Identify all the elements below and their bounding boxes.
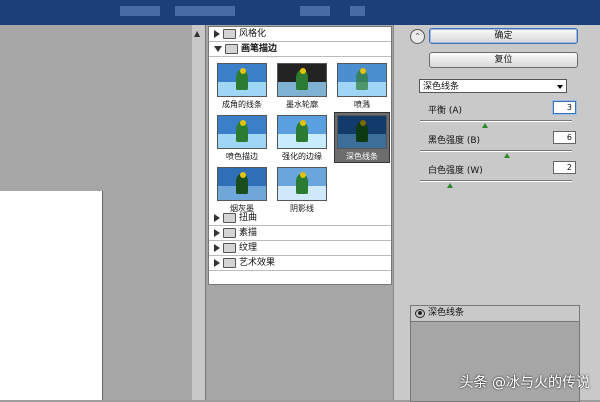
expand-triangle-icon — [214, 258, 220, 267]
filter-list: 风格化 画笔描边 成角的线条 墨水轮廓 喷溅 喷色描边 强化的边缘 深色线条 烟… — [208, 26, 392, 285]
balance-slider-track[interactable] — [420, 120, 572, 122]
settings-panel: ⌃ 确定 复位 深色线条 平衡 (A) 3 黑色强度 (B) 6 白色强度 (W… — [393, 25, 600, 402]
filter-thumb-spatter[interactable]: 喷溅 — [335, 61, 389, 110]
layer-name: 深色线条 — [428, 308, 465, 318]
folder-icon — [223, 242, 236, 253]
folder-icon — [223, 257, 236, 268]
thumb-label: 墨水轮廓 — [286, 100, 318, 109]
black-intensity-slider-knob[interactable] — [503, 153, 510, 158]
thumb-image — [217, 115, 267, 149]
filter-select-value: 深色线条 — [423, 82, 460, 92]
balance-slider-knob[interactable] — [482, 123, 489, 128]
param-label: 平衡 (A) — [428, 106, 463, 116]
filter-thumb-crosshatch[interactable]: 阴影线 — [275, 165, 329, 214]
white-intensity-slider-knob[interactable] — [447, 183, 454, 188]
expand-triangle-icon — [214, 29, 220, 38]
expand-triangle-icon — [214, 243, 220, 252]
white-intensity-slider-track[interactable] — [420, 180, 572, 182]
filter-thumb-angled-strokes[interactable]: 成角的线条 — [215, 61, 269, 110]
top-banner — [0, 0, 600, 25]
category-label: 扭曲 — [239, 213, 258, 223]
category-artistic[interactable]: 艺术效果 — [209, 256, 391, 271]
chevron-down-icon — [557, 85, 563, 89]
category-label: 艺术效果 — [239, 258, 276, 268]
category-sketch[interactable]: 素描 — [209, 226, 391, 241]
filter-gallery: 风格化 画笔描边 成角的线条 墨水轮廓 喷溅 喷色描边 强化的边缘 深色线条 烟… — [205, 25, 394, 400]
banner-decoration — [350, 6, 365, 16]
preview-area[interactable] — [0, 25, 205, 400]
thumb-label: 喷色描边 — [226, 152, 258, 161]
preview-canvas — [0, 191, 102, 400]
category-stylize[interactable]: 风格化 — [209, 27, 391, 42]
thumb-image — [337, 115, 387, 149]
folder-icon — [223, 227, 236, 238]
thumb-image — [277, 63, 327, 97]
collapse-gallery-icon[interactable]: ⌃ — [410, 29, 425, 44]
category-brush-strokes[interactable]: 画笔描边 — [209, 42, 391, 57]
eye-icon[interactable] — [415, 309, 425, 318]
param-label: 黑色强度 (B) — [428, 136, 481, 146]
filter-thumb-accented-edges[interactable]: 强化的边缘 — [275, 113, 329, 162]
black-intensity-input[interactable]: 6 — [553, 131, 576, 144]
filter-thumb-sprayed-strokes[interactable]: 喷色描边 — [215, 113, 269, 162]
filter-thumb-sumi-e[interactable]: 烟灰墨 — [215, 165, 269, 214]
banner-decoration — [300, 6, 330, 16]
reset-button[interactable]: 复位 — [429, 52, 578, 68]
watermark-text: 头条 @冰与火的传说 — [459, 375, 590, 391]
collapse-arrow-icon[interactable]: ▲ — [194, 29, 202, 39]
thumb-label: 深色线条 — [346, 152, 378, 161]
panel-divider[interactable]: ▲ — [192, 25, 205, 400]
folder-icon — [223, 28, 236, 39]
thumb-image — [277, 167, 327, 201]
thumb-image — [217, 63, 267, 97]
folder-open-icon — [225, 43, 238, 54]
category-texture[interactable]: 纹理 — [209, 241, 391, 256]
category-distort[interactable]: 扭曲 — [209, 211, 391, 226]
filter-thumb-ink-outlines[interactable]: 墨水轮廓 — [275, 61, 329, 110]
expand-triangle-icon — [214, 213, 220, 222]
white-intensity-input[interactable]: 2 — [553, 161, 576, 174]
banner-decoration — [175, 6, 235, 16]
collapse-triangle-icon — [214, 45, 222, 52]
black-intensity-slider-track[interactable] — [420, 150, 572, 152]
balance-input[interactable]: 3 — [553, 101, 576, 114]
category-label: 素描 — [239, 228, 258, 238]
category-label: 纹理 — [239, 243, 258, 253]
filter-thumb-dark-strokes[interactable]: 深色线条 — [334, 112, 390, 163]
thumbnail-grid: 成角的线条 墨水轮廓 喷溅 喷色描边 强化的边缘 深色线条 烟灰墨 阴影线 — [209, 57, 391, 214]
expand-triangle-icon — [214, 228, 220, 237]
category-label: 风格化 — [239, 29, 267, 39]
filter-select[interactable]: 深色线条 — [419, 79, 567, 93]
param-label: 白色强度 (W) — [428, 166, 483, 176]
category-label: 画笔描边 — [241, 44, 278, 54]
thumb-image — [337, 63, 387, 97]
thumb-label: 喷溅 — [354, 100, 370, 109]
effect-layer-row[interactable]: 深色线条 — [411, 306, 579, 322]
thumb-image — [217, 167, 267, 201]
thumb-label: 强化的边缘 — [282, 152, 322, 161]
banner-decoration — [120, 6, 160, 16]
thumb-label: 成角的线条 — [222, 100, 262, 109]
folder-icon — [223, 212, 236, 223]
thumb-image — [277, 115, 327, 149]
ok-button[interactable]: 确定 — [429, 28, 578, 44]
